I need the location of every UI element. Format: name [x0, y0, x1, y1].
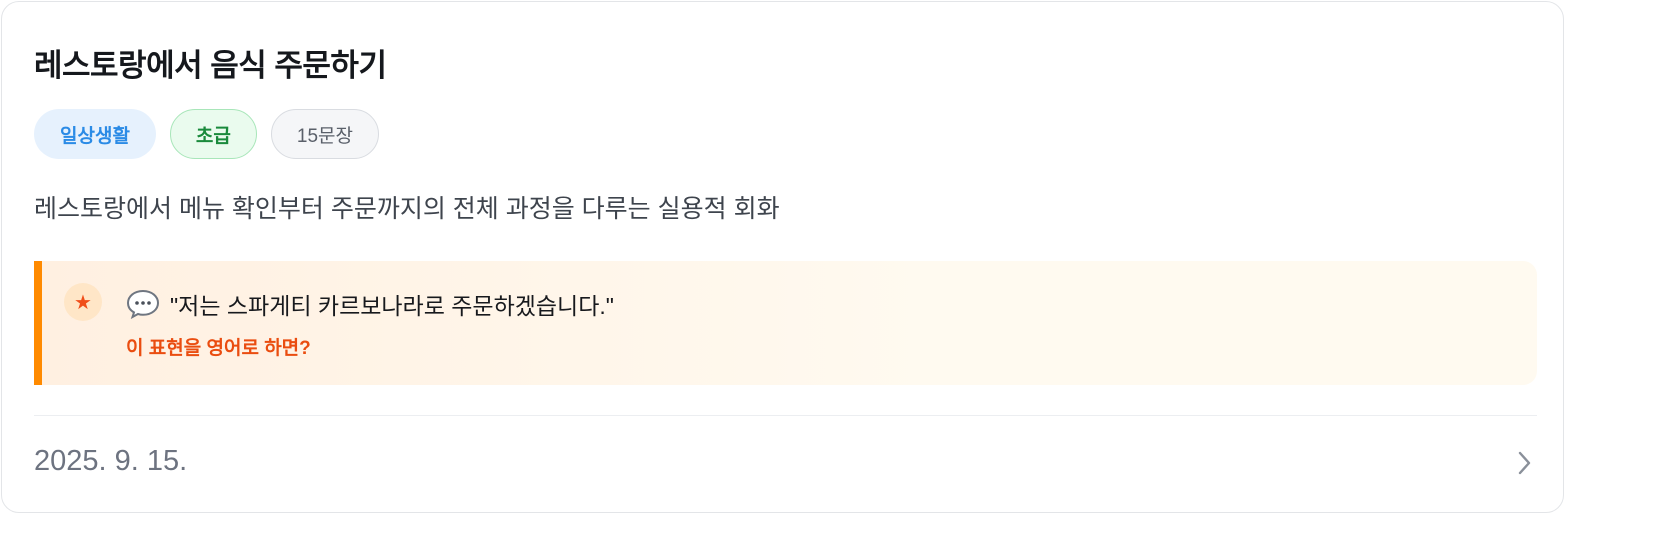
chevron-right-icon[interactable] [1512, 449, 1536, 477]
example-sentence: "저는 스파게티 카르보나라로 주문하겠습니다." [170, 293, 614, 319]
level-tag: 초급 [169, 109, 257, 159]
tag-list: 일상생활 초급 15문장 [34, 109, 379, 159]
sentence-count-tag: 15문장 [270, 109, 379, 159]
translation-prompt: 이 표현을 영어로 하면? [126, 338, 311, 359]
lesson-title: 레스토랑에서 음식 주문하기 [34, 48, 387, 83]
category-tag: 일상생활 [34, 109, 156, 159]
speech-bubble-icon [126, 289, 160, 319]
created-date: 2025. 9. 15. [34, 445, 188, 477]
divider [34, 415, 1537, 416]
lesson-description: 레스토랑에서 메뉴 확인부터 주문까지의 전체 과정을 다루는 실용적 회화 [34, 195, 780, 223]
example-highlight-box: ★ "저는 스파게티 카르보나라로 주문하겠습니다." 이 표현을 영어로 하면… [34, 261, 1537, 385]
example-quote-row: "저는 스파게티 카르보나라로 주문하겠습니다." [126, 287, 614, 321]
lesson-card[interactable]: 레스토랑에서 음식 주문하기 일상생활 초급 15문장 레스토랑에서 메뉴 확인… [1, 1, 1564, 513]
star-icon: ★ [64, 283, 102, 321]
